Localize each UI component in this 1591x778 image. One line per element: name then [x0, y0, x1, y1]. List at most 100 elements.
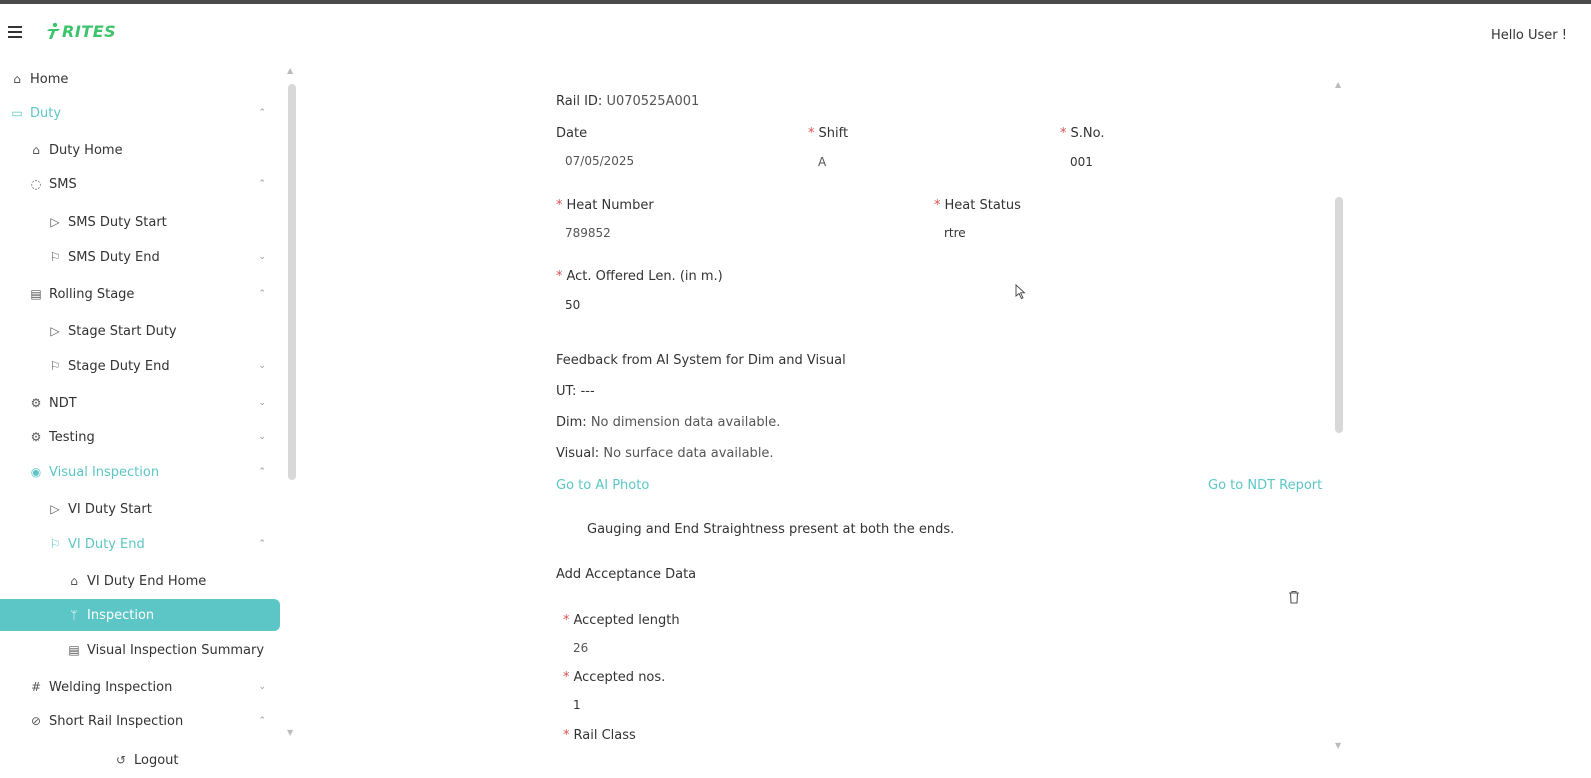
duty-icon: ▭ — [11, 106, 23, 120]
bank-icon: ⌂ — [70, 574, 78, 588]
sidebar-item-stage-start-duty[interactable]: ▷ Stage Start Duty — [0, 315, 280, 347]
sidebar-item-label: Duty Home — [49, 142, 123, 158]
chevron-up-icon: ⌃ — [258, 716, 266, 726]
sidebar-item-stage-duty-end[interactable]: ⚐ Stage Duty End ⌄ — [0, 350, 280, 382]
required-mark: * — [934, 198, 941, 213]
required-mark: * — [556, 269, 563, 284]
home-icon: ⌂ — [13, 72, 21, 86]
sidebar-item-label: Visual Inspection Summary — [87, 642, 265, 658]
sidebar-item-sms-duty-end[interactable]: ⚐ SMS Duty End ⌄ — [0, 241, 280, 273]
dim-row: Dim: No dimension data available. — [556, 415, 780, 430]
date-field[interactable]: 07/05/2025 — [565, 154, 634, 168]
sidebar-item-label: Home — [30, 71, 69, 87]
sidebar-item-label: SMS Duty End — [68, 249, 160, 265]
shift-label-row: * Shift — [808, 126, 848, 141]
sidebar-scroll-up-icon[interactable]: ▲ — [287, 66, 293, 75]
sidebar-scroll-down-icon[interactable]: ▼ — [287, 728, 293, 737]
accepted-length-field[interactable]: 26 — [573, 641, 588, 655]
sidebar-item-vi-duty-end-home[interactable]: ⌂ VI Duty End Home — [0, 565, 280, 597]
sidebar-item-label: NDT — [49, 395, 77, 411]
sidebar-item-duty-home[interactable]: ⌂ Duty Home — [0, 134, 280, 166]
sidebar-item-sms-duty-start[interactable]: ▷ SMS Duty Start — [0, 206, 280, 238]
sidebar-item-label: VI Duty End — [68, 536, 145, 552]
sidebar-scrollbar[interactable] — [288, 84, 296, 480]
chevron-up-icon: ⌃ — [258, 467, 266, 477]
user-greeting[interactable]: Hello User ! — [1491, 28, 1567, 43]
inspection-form: Rail ID: U070525A001 Date 07/05/2025 * Sh… — [556, 60, 1322, 778]
sidebar-item-visual-inspection[interactable]: ◉ Visual Inspection ⌃ — [0, 456, 280, 488]
sidebar-item-sms[interactable]: ◌ SMS ⌃ — [0, 168, 280, 200]
file-search-icon: ▤ — [30, 287, 42, 301]
heat-number-field[interactable]: 789852 — [565, 226, 611, 240]
sidebar-item-label: SMS Duty Start — [68, 214, 167, 230]
sidebar-item-duty[interactable]: ▭ Duty ⌃ — [0, 97, 280, 129]
ut-row: UT: --- — [556, 384, 595, 399]
sidebar-item-ndt[interactable]: ⚙ NDT ⌄ — [0, 387, 280, 419]
ai-photo-link[interactable]: Go to AI Photo — [556, 478, 649, 493]
logo-text: RITES — [62, 21, 117, 41]
sidebar-item-visual-inspection-summary[interactable]: ▤ Visual Inspection Summary — [0, 634, 280, 666]
rail-id-value: U070525A001 — [606, 94, 700, 109]
chevron-up-icon: ⌃ — [258, 539, 266, 549]
offered-len-label: Act. Offered Len. (in m.) — [566, 269, 723, 284]
dim-label: Dim: — [556, 415, 587, 430]
content-scrollbar[interactable] — [1335, 197, 1343, 433]
sidebar-item-label: Inspection — [87, 607, 155, 623]
accepted-nos-label-row: * Accepted nos. — [563, 670, 665, 685]
sidebar-item-logout[interactable]: ↺ Logout — [0, 744, 280, 776]
sidebar-item-short-rail-inspection[interactable]: ⊘ Short Rail Inspection ⌃ — [0, 705, 280, 737]
eye-icon: ◉ — [30, 465, 42, 479]
chevron-down-icon: ⌄ — [258, 252, 266, 262]
sidebar-item-welding-inspection[interactable]: # Welding Inspection ⌄ — [0, 671, 280, 703]
required-mark: * — [556, 198, 563, 213]
mouse-pointer-icon — [1015, 284, 1026, 300]
sidebar-item-label: Short Rail Inspection — [49, 713, 184, 729]
send-icon: ▷ — [50, 215, 60, 229]
sidebar-item-label: Logout — [134, 752, 179, 768]
required-mark: * — [1060, 126, 1067, 141]
flag-icon: ⚐ — [49, 250, 61, 264]
app-header: RITES Hello User ! — [0, 4, 1591, 60]
chevron-down-icon: ⌄ — [258, 432, 266, 442]
shift-field[interactable]: A — [818, 155, 826, 169]
ai-feedback-title: Feedback from AI System for Dim and Visu… — [556, 353, 846, 368]
sidebar-item-label: Testing — [49, 429, 95, 445]
offered-len-label-row: * Act. Offered Len. (in m.) — [556, 269, 723, 284]
gear-icon: ⚙ — [30, 430, 42, 444]
heat-status-field[interactable]: rtre — [944, 226, 966, 240]
flag-icon: ⚐ — [49, 359, 61, 373]
send-icon: ▷ — [50, 502, 60, 516]
sidebar-item-vi-duty-start[interactable]: ▷ VI Duty Start — [0, 493, 280, 525]
rites-logo[interactable]: RITES — [46, 18, 116, 44]
required-mark: * — [563, 728, 570, 743]
logo-mark-icon — [47, 22, 60, 39]
ut-label: UT: — [556, 384, 577, 399]
chevron-down-icon: ⌄ — [258, 682, 266, 692]
sno-field[interactable]: 001 — [1070, 155, 1093, 169]
sidebar-item-label: Duty — [30, 105, 62, 121]
hamburger-icon[interactable] — [8, 26, 22, 38]
sidebar-item-testing[interactable]: ⚙ Testing ⌄ — [0, 421, 280, 453]
offered-len-field[interactable]: 50 — [565, 298, 580, 312]
ndt-report-link[interactable]: Go to NDT Report — [1208, 478, 1322, 493]
sidebar-item-label: Rolling Stage — [49, 286, 135, 302]
number-icon: # — [30, 680, 42, 694]
sidebar-item-rolling-stage[interactable]: ▤ Rolling Stage ⌃ — [0, 278, 280, 310]
heat-number-label: Heat Number — [566, 198, 654, 213]
content-scroll-down-icon[interactable]: ▼ — [1335, 741, 1341, 750]
ut-value: --- — [580, 384, 595, 399]
compass-icon: ⊘ — [30, 714, 42, 728]
sidebar: ⌂ Home ▭ Duty ⌃ ⌂ Duty Home ◌ SMS ⌃ ▷ SM… — [0, 60, 300, 778]
sidebar-item-inspection[interactable]: ᛘ Inspection — [0, 599, 280, 631]
gear-icon: ⚙ — [30, 396, 42, 410]
shift-label: Shift — [818, 126, 849, 141]
sidebar-item-vi-duty-end[interactable]: ⚐ VI Duty End ⌃ — [0, 528, 280, 560]
delete-icon[interactable] — [1288, 590, 1300, 604]
chevron-down-icon: ⌄ — [258, 361, 266, 371]
date-label: Date — [556, 126, 588, 141]
rail-class-label: Rail Class — [573, 728, 636, 743]
sidebar-item-home[interactable]: ⌂ Home — [0, 63, 280, 95]
accepted-nos-field[interactable]: 1 — [573, 698, 581, 712]
content-scroll-up-icon[interactable]: ▲ — [1335, 80, 1341, 89]
send-icon: ▷ — [50, 324, 60, 338]
